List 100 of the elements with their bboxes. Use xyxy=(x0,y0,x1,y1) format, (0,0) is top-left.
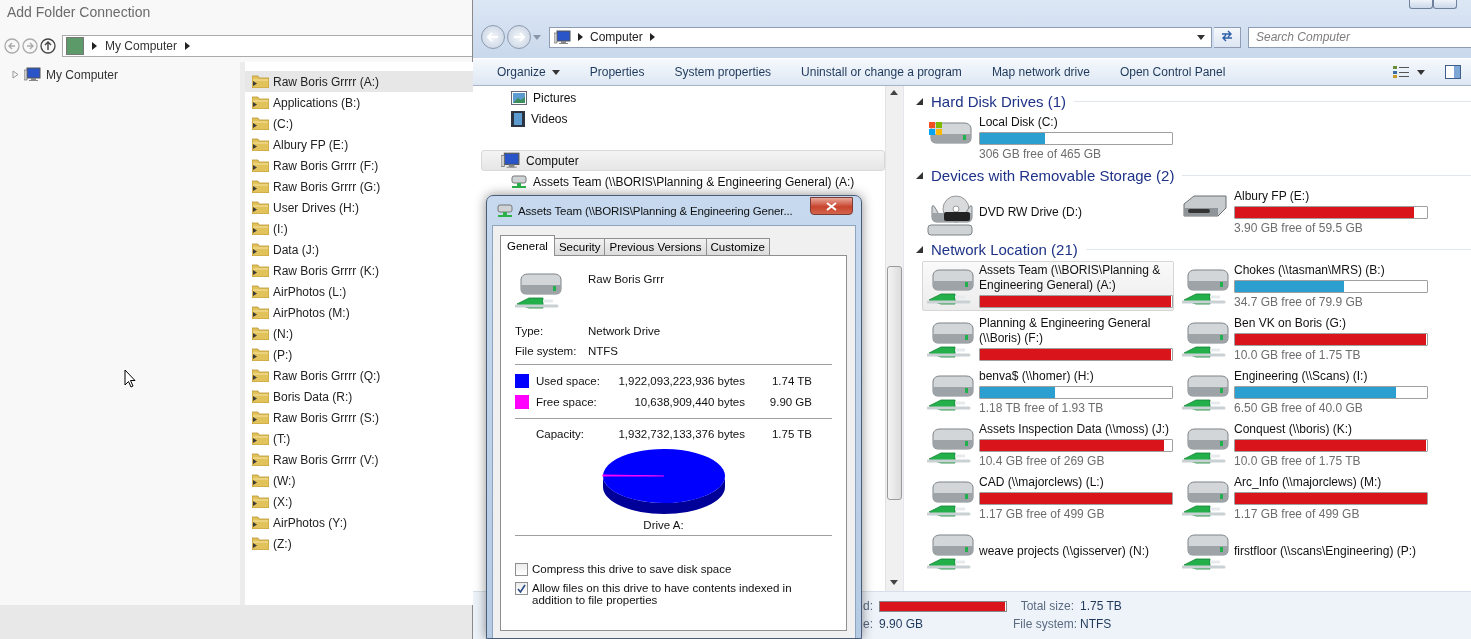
list-item[interactable]: User Drives (H:) xyxy=(245,197,473,218)
refresh-button[interactable] xyxy=(1214,26,1241,48)
detail-value: 9.90 GB xyxy=(879,617,925,631)
scrollbar-thumb[interactable] xyxy=(887,266,902,500)
network-drive-icon xyxy=(515,273,562,309)
computer-icon xyxy=(554,29,571,45)
network-drive-icon xyxy=(926,322,974,358)
toolbar-button[interactable]: System properties xyxy=(659,61,787,83)
list-item[interactable]: Raw Boris Grrrr (K:) xyxy=(245,260,473,281)
address-bar[interactable]: Computer xyxy=(549,26,1212,48)
tab[interactable]: Customize xyxy=(705,238,770,255)
list-item[interactable]: Albury FP (E:) xyxy=(245,134,473,155)
collapse-icon[interactable] xyxy=(916,245,923,253)
drive-tile[interactable]: DVD RW Drive (D:) xyxy=(922,187,1174,237)
checkbox[interactable] xyxy=(515,582,528,595)
chevron-icon xyxy=(185,42,191,50)
toolbar-button[interactable]: Properties xyxy=(574,61,660,83)
drive-tile[interactable]: benva$ (\\homer) (H:) 1.18 TB free of 1.93 TB xyxy=(922,367,1174,417)
list-item[interactable]: (X:) xyxy=(245,491,473,512)
drive-tile[interactable]: Local Disk (C:) 306 GB free of 465 GB xyxy=(922,113,1174,163)
list-item[interactable]: AirPhotos (M:) xyxy=(245,302,473,323)
drive-tile[interactable]: Arc_Info (\\majorclews) (M:) 1.17 GB free of 499 GB xyxy=(1177,473,1429,523)
drive-tile[interactable]: Ben VK on Boris (G:) 10.0 GB free of 1.75 TB xyxy=(1177,314,1429,364)
list-item[interactable]: (W:) xyxy=(245,470,473,491)
tab[interactable]: Security xyxy=(553,238,606,255)
network-drive-icon xyxy=(511,174,527,189)
toolbar-button[interactable]: Open Control Panel xyxy=(1104,61,1241,83)
list-item[interactable]: Boris Data (R:) xyxy=(245,386,473,407)
free-space-text: 10.4 GB free of 269 GB xyxy=(979,454,1106,469)
back-button[interactable] xyxy=(481,25,505,49)
menu-button[interactable]: Organize xyxy=(482,61,575,83)
list-item[interactable]: Applications (B:) xyxy=(245,92,473,113)
list-item[interactable]: Raw Boris Grrrr (G:) xyxy=(245,176,473,197)
folder-icon xyxy=(252,348,269,361)
list-item[interactable]: (C:) xyxy=(245,113,473,134)
list-item[interactable]: Raw Boris Grrrr (S:) xyxy=(245,407,473,428)
detail-value: 1.75 TB xyxy=(1080,599,1123,613)
size-value: 1.74 TB xyxy=(770,375,812,387)
scroll-down-icon[interactable] xyxy=(890,580,898,585)
up-button[interactable] xyxy=(40,37,57,55)
drive-tile[interactable]: Assets Inspection Data (\\moss) (J:) 10.4 GB free of 269 GB xyxy=(922,420,1174,470)
list-item[interactable]: (N:) xyxy=(245,323,473,344)
list-item[interactable]: Raw Boris Grrrr (A:) xyxy=(245,71,473,92)
drive-name: Conquest (\\boris) (K:) xyxy=(1234,422,1354,437)
toolbar-button[interactable]: Map network drive xyxy=(976,61,1105,83)
breadcrumb[interactable]: My Computer xyxy=(105,39,178,53)
nav-item[interactable]: Videos xyxy=(481,108,885,129)
drive-name: Ben VK on Boris (G:) xyxy=(1234,316,1348,331)
address-bar[interactable]: My Computer xyxy=(62,35,472,57)
tree-item[interactable]: My Computer xyxy=(46,67,119,82)
list-item[interactable]: (P:) xyxy=(245,344,473,365)
network-drive-icon xyxy=(926,481,974,517)
search-field[interactable]: Search Computer xyxy=(1248,26,1471,48)
checkmark-icon xyxy=(517,584,526,593)
list-item[interactable]: AirPhotos (L:) xyxy=(245,281,473,302)
tab[interactable]: General xyxy=(500,235,555,256)
list-item[interactable]: (I:) xyxy=(245,218,473,239)
drive-tile[interactable]: CAD (\\majorclews) (L:) 1.17 GB free of 499 GB xyxy=(922,473,1174,523)
drive-tile[interactable]: Albury FP (E:) 3.90 GB free of 59.5 GB xyxy=(1177,187,1429,237)
cursor-icon xyxy=(124,369,136,388)
window-title: Add Folder Connection xyxy=(7,4,151,20)
toolbar-button[interactable]: Uninstall or change a program xyxy=(786,61,977,83)
scroll-up-icon[interactable] xyxy=(890,90,898,95)
arrow-icon xyxy=(513,32,525,42)
close-button[interactable] xyxy=(810,197,853,215)
list-item[interactable]: (Z:) xyxy=(245,533,473,554)
breadcrumb[interactable]: Computer xyxy=(590,30,643,44)
list-item[interactable]: Data (J:) xyxy=(245,239,473,260)
nav-item[interactable]: Pictures xyxy=(481,87,885,108)
checkbox-label: Compress this drive to save disk space xyxy=(532,563,732,575)
checkbox[interactable] xyxy=(515,563,528,576)
collapse-icon[interactable] xyxy=(916,171,923,179)
drive-tile[interactable]: Chokes (\\tasman\MRS) (B:) 34.7 GB free of 79.9 GB xyxy=(1177,261,1429,311)
drive-tile[interactable]: Planning & Engineering General (\\Boris) (F:) xyxy=(922,314,1174,364)
list-item[interactable]: Raw Boris Grrrr (Q:) xyxy=(245,365,473,386)
list-item[interactable]: Raw Boris Grrrr (V:) xyxy=(245,449,473,470)
collapse-icon[interactable] xyxy=(916,97,923,105)
nav-item[interactable]: Computer xyxy=(481,150,885,171)
drive-tile[interactable]: Conquest (\\boris) (K:) 10.0 GB free of 1.75 TB xyxy=(1177,420,1429,470)
maximize-button[interactable] xyxy=(1433,0,1457,9)
folder-icon xyxy=(252,117,269,130)
detail-label: e: xyxy=(862,617,873,631)
minimize-button[interactable] xyxy=(1409,0,1433,9)
chevron-icon xyxy=(92,42,97,50)
dvd-drive-icon xyxy=(927,195,973,236)
folder-icon xyxy=(252,243,269,256)
list-item[interactable]: Raw Boris Grrrr (F:) xyxy=(245,155,473,176)
folder-icon xyxy=(252,201,269,214)
free-space-text: 1.18 TB free of 1.93 TB xyxy=(979,401,1105,416)
drive-tile[interactable]: firstfloor (\\scans\Engineering) (P:) xyxy=(1177,526,1429,576)
list-item[interactable]: AirPhotos (Y:) xyxy=(245,512,473,533)
drive-tile[interactable]: Engineering (\\Scans) (I:) 6.50 GB free of 40.0 GB xyxy=(1177,367,1429,417)
network-drive-icon xyxy=(1181,481,1229,517)
tab[interactable]: Previous Versions xyxy=(604,238,707,255)
drive-tile[interactable]: Assets Team (\\BORIS\Planning & Engineering General) (A:) xyxy=(922,261,1174,311)
drive-tile[interactable]: weave projects (\\gisserver) (N:) xyxy=(922,526,1174,576)
forward-button[interactable] xyxy=(507,25,531,49)
network-drive-icon xyxy=(497,203,513,218)
list-item[interactable]: (T:) xyxy=(245,428,473,449)
nav-item[interactable]: Assets Team (\\BORIS\Planning & Engineering General) (A:) xyxy=(481,171,885,192)
